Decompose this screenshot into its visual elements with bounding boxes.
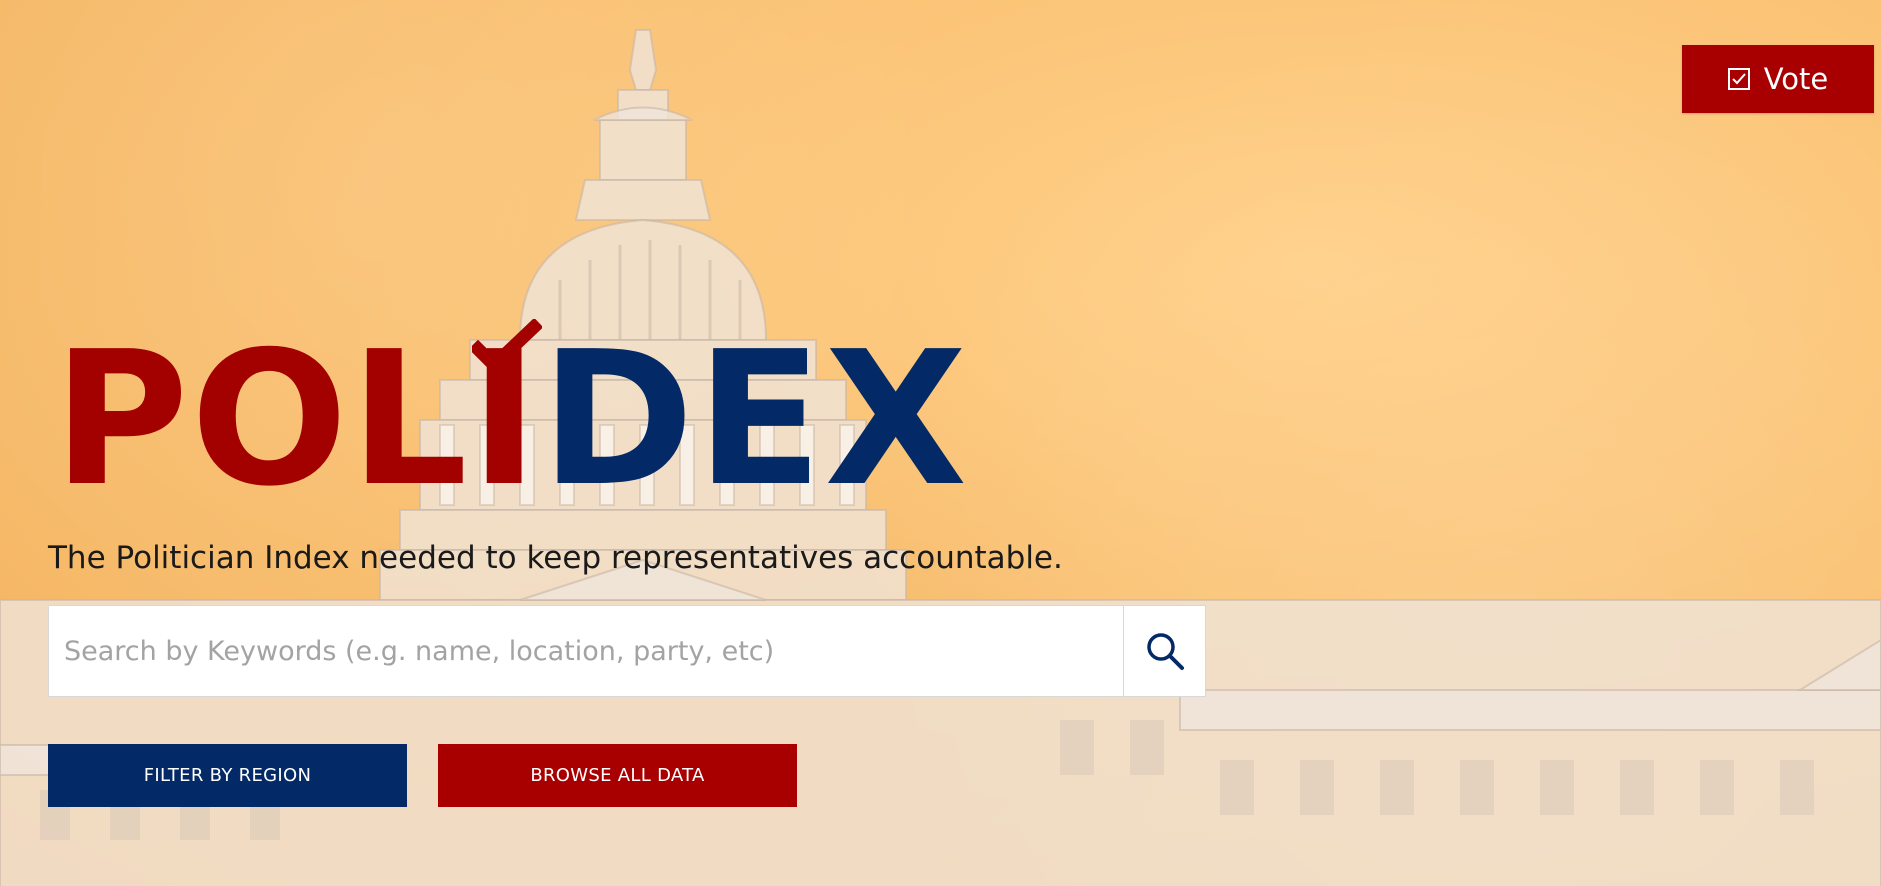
vote-button-label: Vote [1763,62,1829,96]
browse-all-data-button[interactable]: BROWSE ALL DATA [438,744,797,807]
logo-text-red: POL [53,311,470,527]
landing-page: Vote POL I DEX The Politician Index need… [0,0,1881,886]
filter-by-region-button[interactable]: FILTER BY REGION [48,744,407,807]
checkmark-icon [471,319,542,375]
logo-text-blue: DEX [540,311,970,527]
checkbox-icon [1727,68,1750,90]
search-button[interactable] [1123,606,1205,696]
logo-letter-i: I [469,311,542,527]
search-icon [1146,633,1184,670]
search-bar [48,605,1206,697]
vote-button[interactable]: Vote [1682,45,1874,113]
search-input[interactable] [49,606,1123,696]
hero-tagline: The Politician Index needed to keep repr… [48,540,1063,576]
polidex-logo: POL I DEX [53,292,969,512]
